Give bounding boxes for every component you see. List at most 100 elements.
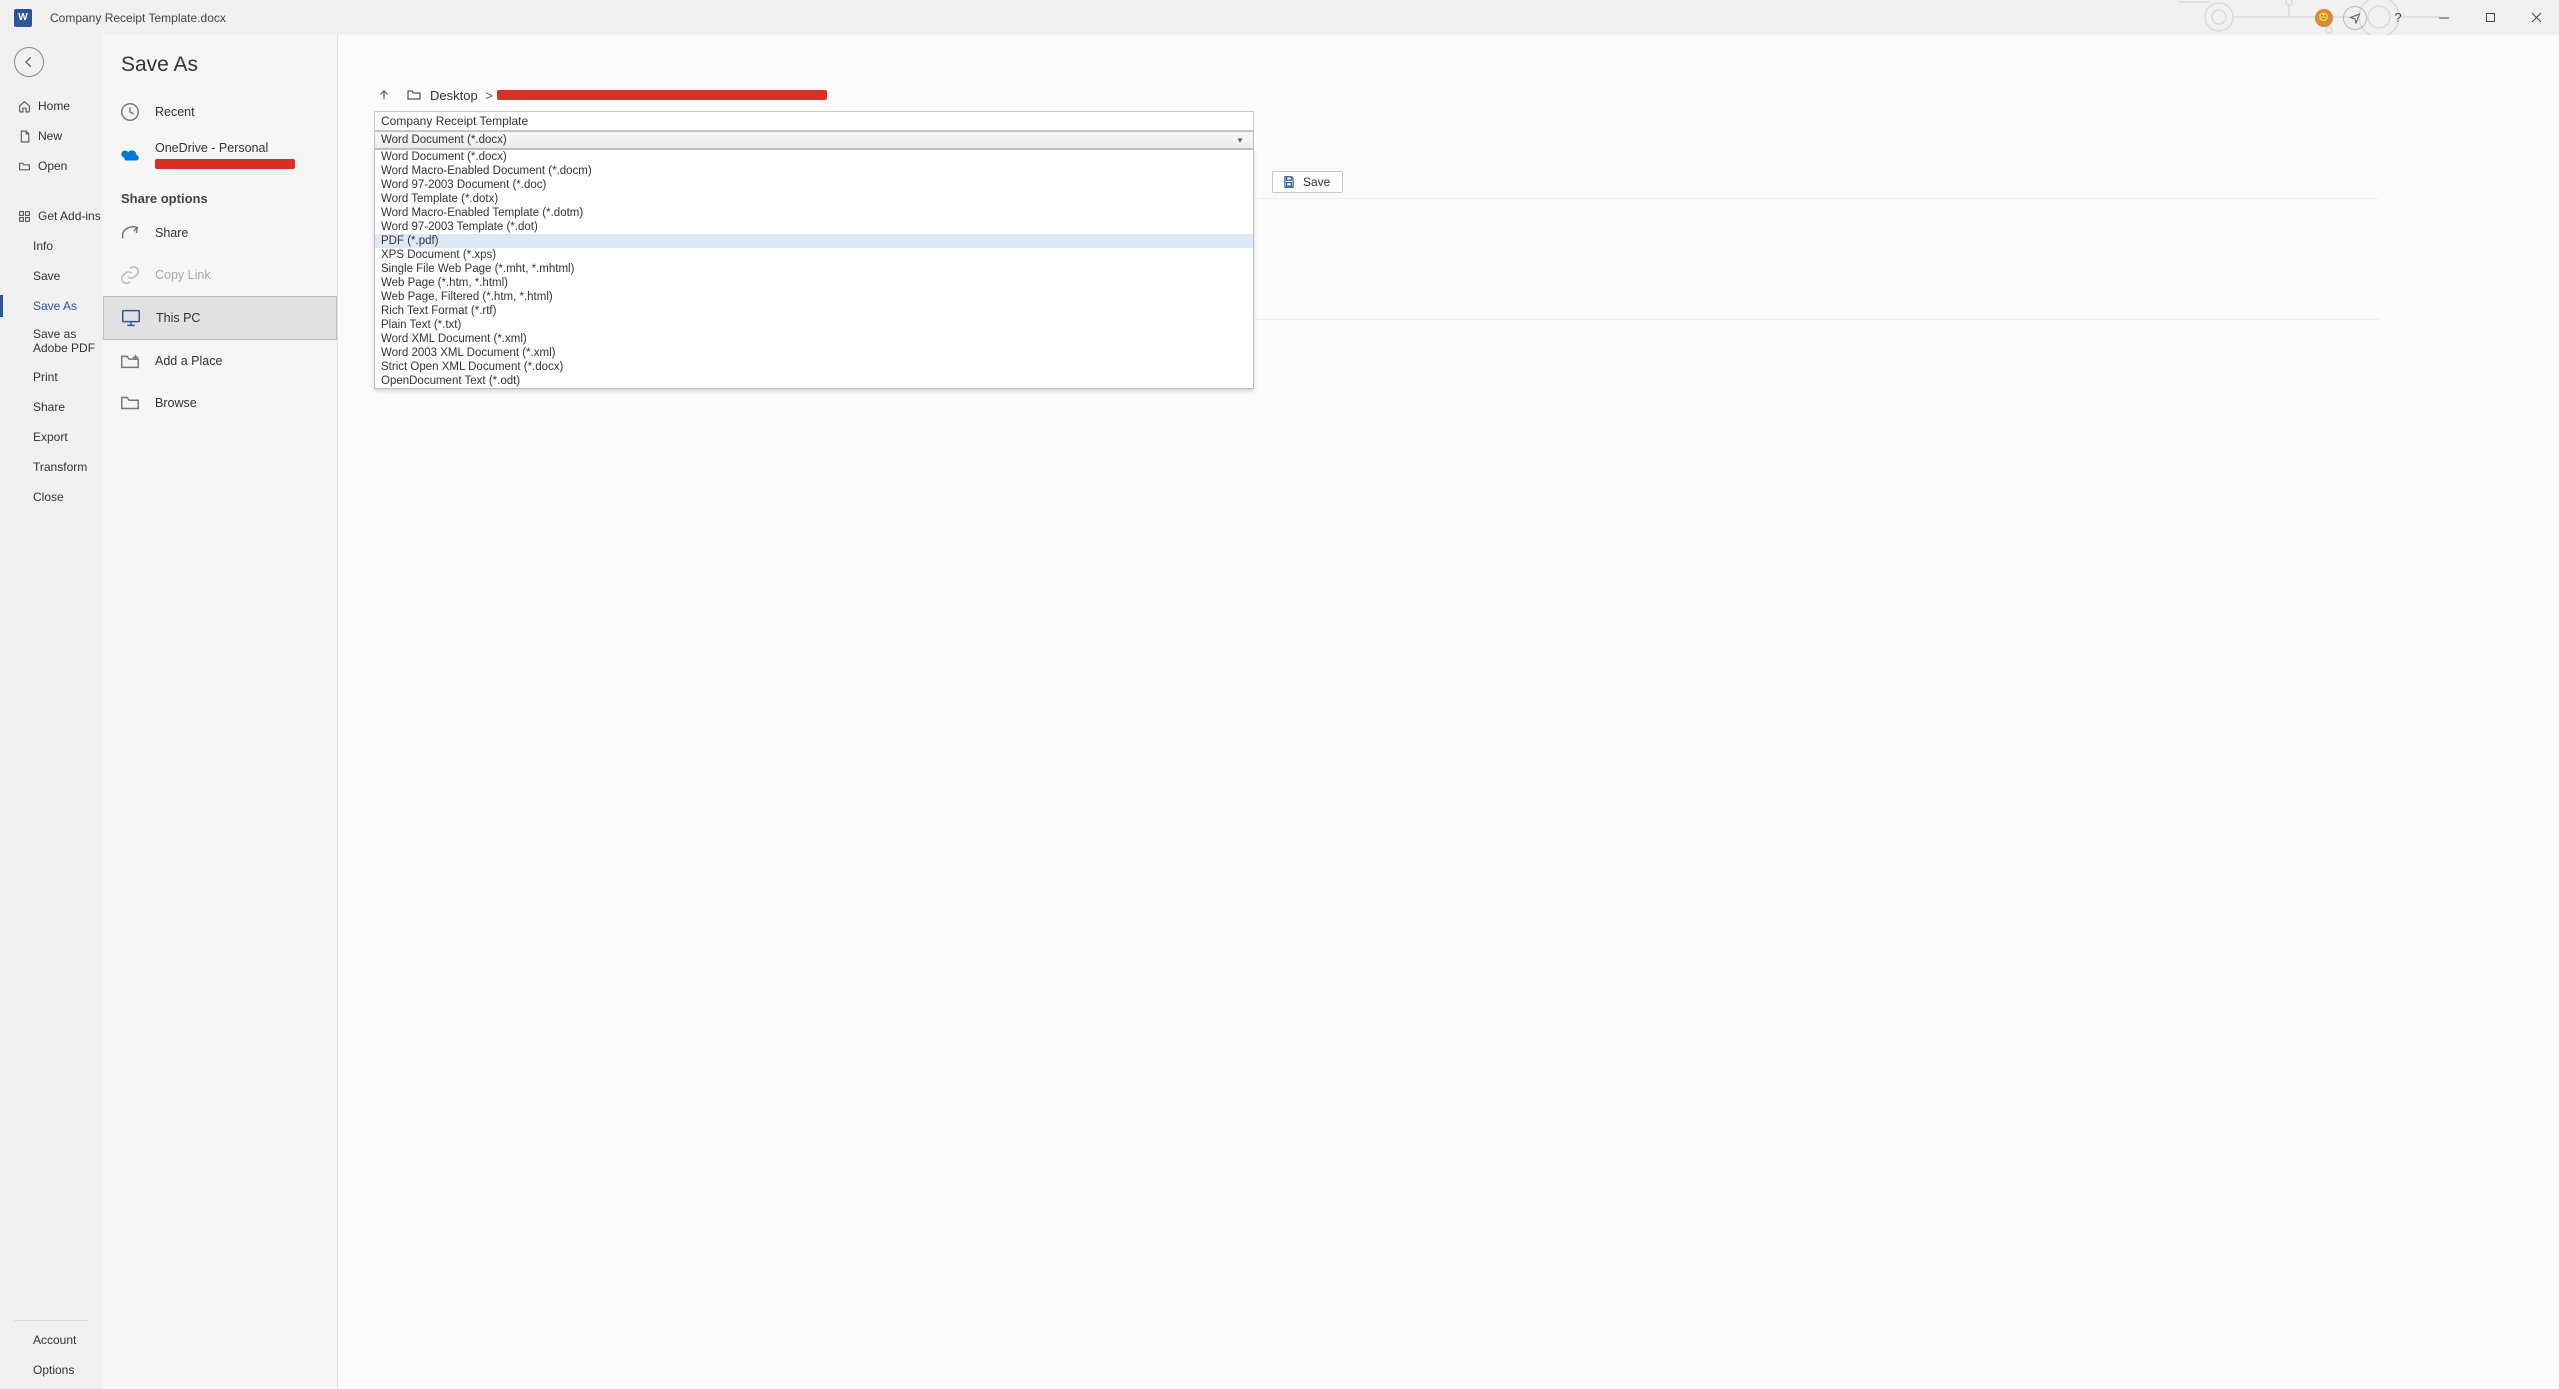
nav-print[interactable]: Print	[0, 362, 103, 392]
nav-save-label: Save	[33, 269, 60, 283]
place-copy-link-label: Copy Link	[155, 268, 211, 282]
word-app-icon: W	[14, 9, 32, 27]
place-browse[interactable]: Browse	[103, 382, 337, 424]
place-recent-label: Recent	[155, 105, 195, 119]
help-button[interactable]: ?	[2375, 0, 2421, 35]
place-add-a-place-label: Add a Place	[155, 354, 222, 368]
save-as-main-pane: Desktop > Word Document (*.docx) ▾ Word …	[338, 35, 2559, 1389]
breadcrumb-root[interactable]: Desktop	[430, 88, 478, 103]
chevron-down-icon: ▾	[1233, 135, 1247, 146]
browse-folder-icon	[117, 390, 143, 416]
onedrive-icon	[117, 142, 143, 168]
file-type-option[interactable]: OpenDocument Text (*.odt)	[375, 374, 1253, 388]
addins-icon	[16, 210, 32, 223]
close-button[interactable]	[2513, 0, 2559, 35]
save-locations-panel: Save As Recent OneDrive - Personal Share…	[103, 35, 338, 1389]
nav-info[interactable]: Info	[0, 231, 103, 261]
place-recent[interactable]: Recent	[103, 91, 337, 133]
back-button[interactable]	[14, 47, 44, 77]
nav-transform-label: Transform	[33, 460, 87, 474]
nav-divider	[14, 1320, 89, 1321]
file-type-selected-label: Word Document (*.docx)	[381, 134, 507, 146]
up-one-level-button[interactable]	[374, 85, 394, 105]
file-type-option[interactable]: Word Macro-Enabled Template (*.dotm)	[375, 206, 1253, 220]
place-add-a-place[interactable]: Add a Place	[103, 340, 337, 382]
place-this-pc[interactable]: This PC	[103, 296, 337, 340]
save-button-label: Save	[1303, 175, 1330, 189]
nav-new-label: New	[38, 129, 62, 143]
nav-home[interactable]: Home	[0, 91, 103, 121]
file-type-option[interactable]: PDF (*.pdf)	[375, 234, 1253, 248]
new-doc-icon	[16, 130, 32, 143]
nav-transform[interactable]: Transform	[0, 452, 103, 482]
coming-soon-icon[interactable]	[2343, 6, 2367, 30]
nav-options[interactable]: Options	[0, 1355, 103, 1385]
nav-save-as-adobe-pdf-label: Save as Adobe PDF	[33, 327, 103, 356]
file-type-option[interactable]: Plain Text (*.txt)	[375, 318, 1253, 332]
nav-close[interactable]: Close	[0, 482, 103, 512]
backstage-left-nav: Home New Open Get Add-ins Info Save Save…	[0, 35, 103, 1389]
place-copy-link: Copy Link	[103, 254, 337, 296]
place-onedrive-label: OneDrive - Personal	[155, 141, 295, 155]
file-type-option[interactable]: Single File Web Page (*.mht, *.mhtml)	[375, 262, 1253, 276]
place-onedrive[interactable]: OneDrive - Personal	[103, 133, 337, 177]
user-avatar[interactable]: 🙂	[2315, 9, 2333, 27]
this-pc-icon	[118, 305, 144, 331]
link-icon	[117, 262, 143, 288]
filename-input[interactable]	[374, 111, 1254, 131]
nav-share-label: Share	[33, 400, 65, 414]
place-share-label: Share	[155, 226, 188, 240]
add-place-icon	[117, 348, 143, 374]
save-icon	[1281, 174, 1297, 190]
nav-account-label: Account	[33, 1333, 76, 1347]
nav-get-addins[interactable]: Get Add-ins	[0, 201, 103, 231]
nav-open[interactable]: Open	[0, 151, 103, 181]
title-bar: W Company Receipt Template.docx 🙂 ?	[0, 0, 2559, 35]
nav-home-label: Home	[38, 99, 70, 113]
file-type-option[interactable]: Web Page (*.htm, *.html)	[375, 276, 1253, 290]
place-this-pc-label: This PC	[156, 311, 200, 325]
word-app-glyph: W	[18, 12, 27, 23]
nav-close-label: Close	[33, 490, 64, 504]
share-options-label: Share options	[103, 177, 337, 212]
nav-save-as-adobe-pdf[interactable]: Save as Adobe PDF	[0, 321, 103, 362]
file-type-option[interactable]: Word Document (*.docx)	[375, 150, 1253, 164]
place-share[interactable]: Share	[103, 212, 337, 254]
file-type-option[interactable]: XPS Document (*.xps)	[375, 248, 1253, 262]
share-icon	[117, 220, 143, 246]
breadcrumb-row: Desktop >	[374, 85, 2519, 105]
place-browse-label: Browse	[155, 396, 197, 410]
nav-save[interactable]: Save	[0, 261, 103, 291]
page-title: Save As	[103, 53, 337, 91]
minimize-button[interactable]	[2421, 0, 2467, 35]
folder-icon	[404, 85, 424, 105]
nav-options-label: Options	[33, 1363, 74, 1377]
file-type-option[interactable]: Word 97-2003 Template (*.dot)	[375, 220, 1253, 234]
maximize-button[interactable]	[2467, 0, 2513, 35]
file-type-select[interactable]: Word Document (*.docx) ▾	[374, 131, 1254, 149]
file-type-option[interactable]: Word Template (*.dotx)	[375, 192, 1253, 206]
file-type-dropdown[interactable]: Word Document (*.docx)Word Macro-Enabled…	[374, 149, 1254, 389]
file-type-option[interactable]: Word Macro-Enabled Document (*.docm)	[375, 164, 1253, 178]
onedrive-email-redacted	[155, 159, 295, 169]
nav-save-as-label: Save As	[33, 299, 77, 313]
nav-get-addins-label: Get Add-ins	[38, 209, 101, 223]
nav-print-label: Print	[33, 370, 58, 384]
file-type-option[interactable]: Word 97-2003 Document (*.doc)	[375, 178, 1253, 192]
breadcrumb-path-redacted	[497, 90, 827, 100]
nav-save-as[interactable]: Save As	[0, 291, 103, 321]
save-button[interactable]: Save	[1272, 171, 1343, 193]
nav-new[interactable]: New	[0, 121, 103, 151]
nav-share[interactable]: Share	[0, 392, 103, 422]
nav-export[interactable]: Export	[0, 422, 103, 452]
file-type-option[interactable]: Web Page, Filtered (*.htm, *.html)	[375, 290, 1253, 304]
breadcrumb-separator: >	[482, 88, 493, 103]
document-title: Company Receipt Template.docx	[50, 11, 226, 25]
file-type-option[interactable]: Rich Text Format (*.rtf)	[375, 304, 1253, 318]
nav-info-label: Info	[33, 239, 53, 253]
file-type-option[interactable]: Strict Open XML Document (*.docx)	[375, 360, 1253, 374]
nav-account[interactable]: Account	[0, 1325, 103, 1355]
nav-export-label: Export	[33, 430, 68, 444]
file-type-option[interactable]: Word XML Document (*.xml)	[375, 332, 1253, 346]
file-type-option[interactable]: Word 2003 XML Document (*.xml)	[375, 346, 1253, 360]
